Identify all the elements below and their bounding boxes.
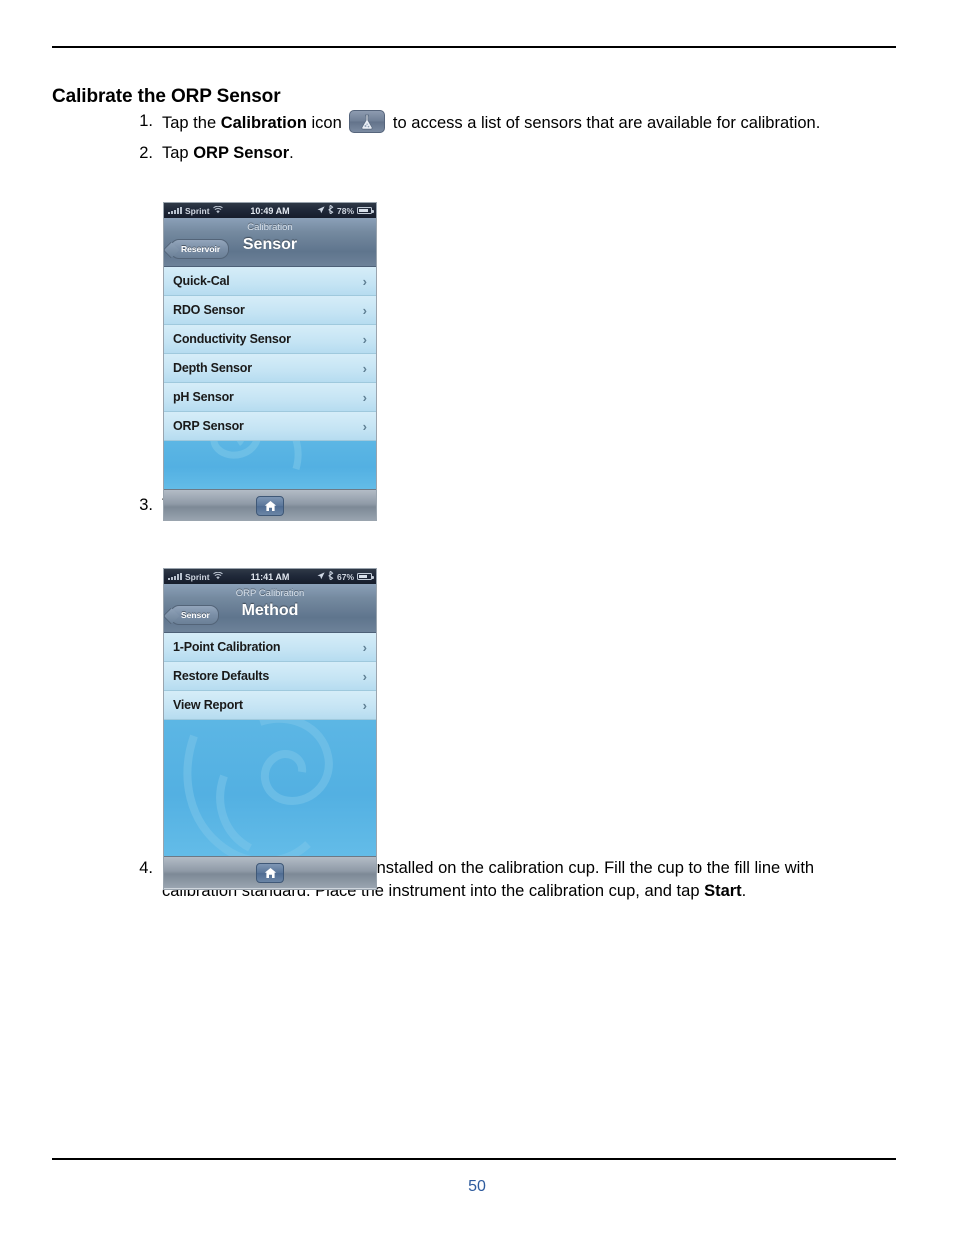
nav-title: Method [241,602,299,619]
location-arrow-icon [317,571,325,582]
home-button[interactable] [256,495,284,516]
step2-bold-orp-sensor: ORP Sensor [193,143,290,162]
watermark-swirl-icon [183,720,333,856]
battery-icon [357,573,374,580]
list-item-label: View Report [173,698,243,712]
step4-text-after: . [741,882,747,900]
step1-text-middle: icon [306,114,347,132]
list-item-conductivity-sensor[interactable]: Conductivity Sensor › [164,325,376,354]
list-item-ph-sensor[interactable]: pH Sensor › [164,383,376,412]
list-item-label: Depth Sensor [173,361,252,375]
bluetooth-icon [328,570,334,582]
chevron-right-icon: › [362,360,367,376]
chevron-right-icon: › [362,273,367,289]
page-title: Calibrate the ORP Sensor [52,85,281,107]
list-item: 1. Tap the Calibration icon to access a … [131,110,847,136]
watermark-swirl-icon [210,441,302,470]
bottom-toolbar [164,489,376,520]
method-list: 1-Point Calibration › Restore Defaults ›… [164,633,376,720]
nav-subtitle: Calibration [247,222,293,233]
chevron-right-icon: › [362,331,367,347]
list-item-depth-sensor[interactable]: Depth Sensor › [164,354,376,383]
step1-bold-calibration: Calibration [220,114,307,132]
footer-rule [52,1158,896,1160]
chevron-right-icon: › [362,639,367,655]
empty-list-area [164,720,376,856]
header-rule [52,46,896,48]
status-bar-right: 67% [317,570,374,582]
step-number: 4. [139,858,153,877]
step2-text-before: Tap [162,143,194,162]
screenshot-sensor-list: Sprint 10:49 AM 78% Reservoir Calibratio… [163,202,377,521]
list-item-view-report[interactable]: View Report › [164,691,376,720]
list-item-quick-cal[interactable]: Quick-Cal › [164,267,376,296]
step2-text-after: . [289,143,294,162]
list-item-orp-sensor[interactable]: ORP Sensor › [164,412,376,441]
list-item-label: pH Sensor [173,390,234,404]
bottom-toolbar [164,856,376,888]
page-number: 50 [468,1178,486,1195]
battery-percent-label: 78% [336,205,354,216]
chevron-right-icon: › [362,697,367,713]
nav-title: Sensor [242,236,298,253]
battery-icon [357,207,374,214]
location-arrow-icon [317,205,325,216]
step-text: Tap ORP Sensor. [162,142,847,166]
step-number: 3. [139,496,153,514]
list-item-restore-defaults[interactable]: Restore Defaults › [164,662,376,691]
step1-text-after: to access a list of sensors that are ava… [388,114,821,132]
document-page: Calibrate the ORP Sensor 1. Tap the Cali… [0,0,954,1235]
sensor-list: Quick-Cal › RDO Sensor › Conductivity Se… [164,267,376,441]
empty-list-area [164,441,376,489]
bluetooth-icon [328,204,334,216]
list-item-label: Conductivity Sensor [173,332,291,346]
list-item-label: RDO Sensor [173,303,245,317]
chevron-right-icon: › [362,389,367,405]
chevron-right-icon: › [362,418,367,434]
status-bar: Sprint 10:49 AM 78% [164,203,376,218]
chevron-right-icon: › [362,302,367,318]
status-bar: Sprint 11:41 AM 67% [164,569,376,584]
flask-icon [349,110,386,133]
list-item-1-point-calibration[interactable]: 1-Point Calibration › [164,633,376,662]
list-item-label: 1-Point Calibration [173,640,281,654]
step4-bold-start: Start [704,882,742,900]
step-text: Tap the Calibration icon to access a lis… [162,110,847,136]
list-item: 2. Tap ORP Sensor. [131,142,847,166]
battery-percent-label: 67% [336,571,354,582]
step1-text-before: Tap the [162,114,221,132]
nav-subtitle: ORP Calibration [235,588,305,599]
home-button[interactable] [256,862,284,883]
step-number: 1. [139,112,153,130]
nav-bar: Sensor ORP Calibration Method [164,584,376,633]
list-item-label: Restore Defaults [173,669,270,683]
home-icon [264,500,277,512]
list-item-rdo-sensor[interactable]: RDO Sensor › [164,296,376,325]
nav-bar: Reservoir Calibration Sensor [164,218,376,267]
screenshot-method-list: Sprint 11:41 AM 67% Sensor ORP Calibrati… [163,568,377,890]
step-number: 2. [139,143,153,162]
list-item-label: ORP Sensor [173,419,244,433]
chevron-right-icon: › [362,668,367,684]
list-item-label: Quick-Cal [173,274,230,288]
status-bar-right: 78% [317,204,374,216]
home-icon [264,867,277,879]
